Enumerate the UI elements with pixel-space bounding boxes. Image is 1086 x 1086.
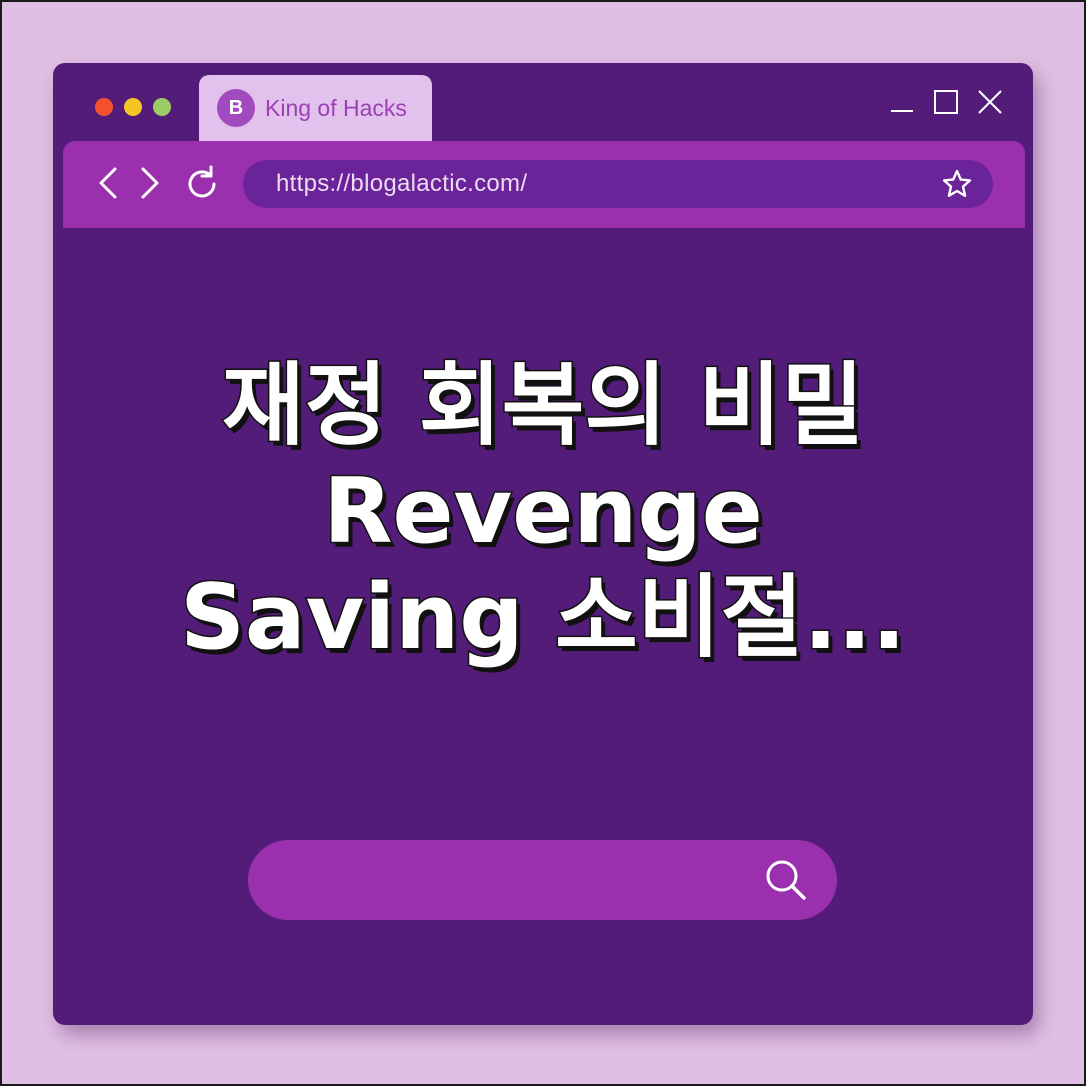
- address-bar[interactable]: https://blogalactic.com/: [243, 160, 993, 208]
- tab-title: King of Hacks: [265, 94, 407, 121]
- zoom-dot-icon[interactable]: [153, 98, 171, 116]
- window-controls: [889, 89, 1003, 115]
- chevron-left-icon[interactable]: [95, 165, 121, 201]
- reload-icon[interactable]: [183, 165, 221, 203]
- chevron-right-icon[interactable]: [137, 165, 163, 201]
- window-traffic-lights: [95, 98, 171, 116]
- headline-line-3: Saving 소비절...: [179, 564, 908, 672]
- browser-window: B King of Hacks https://blogalactic.com/: [53, 63, 1033, 1025]
- url-text[interactable]: https://blogalactic.com/: [276, 170, 527, 198]
- minimize-dot-icon[interactable]: [124, 98, 142, 116]
- close-dot-icon[interactable]: [95, 98, 113, 116]
- headline-line-2: Revenge: [322, 458, 765, 566]
- browser-tab[interactable]: B King of Hacks: [199, 75, 432, 141]
- maximize-icon[interactable]: [933, 89, 959, 115]
- headline-line-1: 재정 회복의 비밀: [220, 352, 865, 460]
- search-icon[interactable]: [763, 857, 809, 903]
- favicon-icon: B: [217, 89, 255, 127]
- search-bar[interactable]: [248, 840, 837, 920]
- star-icon[interactable]: [941, 168, 973, 200]
- browser-toolbar: https://blogalactic.com/: [63, 141, 1025, 228]
- headline: 재정 회복의 비밀 Revenge Saving 소비절...: [53, 352, 1033, 672]
- close-icon[interactable]: [977, 89, 1003, 115]
- minimize-icon[interactable]: [889, 89, 915, 115]
